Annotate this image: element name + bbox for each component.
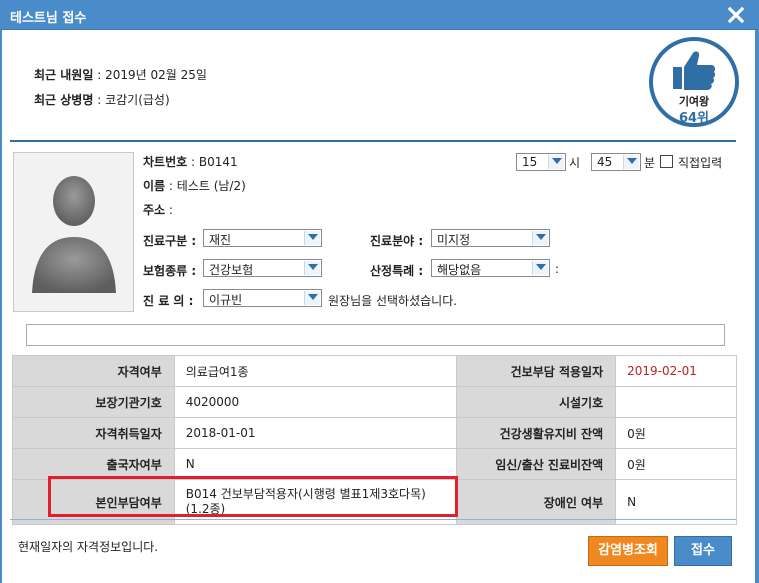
doctor-value: 이규빈 [209,293,243,307]
last-visit-label: 최근 내원일 [34,68,94,82]
table-header-cell: 자격여부 [12,355,175,387]
thumbs-up-icon [673,51,716,90]
table-cell: N [615,479,737,525]
last-disease-row: 최근 상병명 : 코감기(급성) [34,91,170,108]
table-cell: B014 건보부담적용자(시행령 별표1제3호다목) (1.2종) [173,479,458,525]
exception-label: 산정특례 : [370,264,424,278]
chevron-down-icon[interactable] [532,231,548,245]
chart-number-value: : B0141 [191,155,238,169]
window-title: 테스트님 접수 [10,11,87,26]
table-header-cell: 시설기호 [456,386,617,418]
hour-unit: 시 [569,156,581,170]
exception-suffix: : [555,262,560,276]
table-cell: 0원 [615,417,737,449]
footer-divider [10,519,736,520]
last-visit-value: : 2019년 02월 25일 [97,68,207,82]
disease-lookup-button[interactable]: 감염병조회 [588,536,668,566]
person-silhouette-icon [32,176,116,293]
exception-select[interactable]: 해당없음 [431,259,550,277]
minute-select[interactable]: 45 [591,153,641,171]
visit-type-value: 재진 [209,233,232,247]
insurance-select[interactable]: 건강보험 [203,259,322,277]
table-header-cell: 건강생활유지비 잔액 [456,417,617,449]
manual-input-label: 직접입력 [678,156,723,170]
chevron-down-icon[interactable] [532,261,548,275]
memo-input[interactable] [26,324,725,346]
chart-number-label: 차트번호 [143,155,188,169]
doctor-label: 진 료 의 : [143,294,194,308]
table-header-cell: 출국자여부 [12,448,175,480]
insurance-label: 보험종류 : [143,264,197,278]
eligibility-table: 자격여부 의료급여1종 건보부담 적용일자 2019-02-01 보장기관기호 … [12,355,737,525]
patient-name-field: 이름 : 테스트 (남/2) [143,177,246,194]
last-disease-value: : 코감기(급성) [97,93,170,107]
patient-name-value: : 테스트 (남/2) [168,179,246,193]
field-label: 진료분야 : [370,234,424,248]
table-cell: 2019-02-01 [615,355,737,387]
chevron-down-icon[interactable] [304,231,320,245]
close-icon[interactable] [727,6,745,24]
table-row: 보장기관기호 4020000 시설기호 [12,386,737,418]
table-row: 자격취득일자 2018-01-01 건강생활유지비 잔액 0원 [12,417,737,449]
window-frame-right [755,30,759,583]
patient-photo [13,152,134,312]
chevron-down-icon[interactable] [304,291,320,305]
table-row: 자격여부 의료급여1종 건보부담 적용일자 2019-02-01 [12,355,737,387]
table-cell: 2018-01-01 [173,417,458,449]
register-button[interactable]: 접수 [674,536,732,566]
doctor-select[interactable]: 이규빈 [203,289,322,307]
chevron-down-icon[interactable] [304,261,320,275]
last-disease-label: 최근 상병명 [34,93,94,107]
table-header-cell: 장애인 여부 [456,479,617,525]
visit-type-select[interactable]: 재진 [203,229,322,247]
table-cell: 4020000 [173,386,458,418]
table-cell: 0원 [615,448,737,480]
doctor-note: 원장님을 선택하셨습니다. [328,294,458,308]
last-visit-row: 최근 내원일 : 2019년 02월 25일 [34,66,207,83]
badge-rank: 64위 [678,111,710,126]
table-header-cell: 자격취득일자 [12,417,175,449]
table-row: 출국자여부 N 임신/출산 진료비잔액 0원 [12,448,737,480]
title-bar: 테스트님 접수 [0,0,759,30]
manual-input-checkbox[interactable] [660,155,673,168]
address-field: 주소 : [143,201,173,218]
table-cell [615,386,737,418]
medical-field-value: 미지정 [437,233,471,247]
table-cell: 의료급여1종 [173,355,458,387]
medical-field-select[interactable]: 미지정 [431,229,550,247]
patient-name-label: 이름 [143,179,166,193]
hour-select[interactable]: 15 [516,153,566,171]
exception-value: 해당없음 [437,263,482,277]
chevron-down-icon[interactable] [623,155,639,169]
minute-value: 45 [597,155,613,169]
chart-number-field: 차트번호 : B0141 [143,153,238,170]
status-text: 현재일자의 자격정보입니다. [18,540,159,554]
address-value: : [168,203,173,217]
minute-unit: 분 [644,156,656,170]
chevron-down-icon[interactable] [548,155,564,169]
hour-value: 15 [522,155,538,169]
address-label: 주소 [143,203,166,217]
table-header-cell: 건보부담 적용일자 [456,355,617,387]
visit-type-label: 진료구분 : [143,234,197,248]
insurance-value: 건강보험 [209,263,254,277]
table-header-cell: 임신/출산 진료비잔액 [456,448,617,480]
table-header-cell: 보장기관기호 [12,386,175,418]
table-row: 본인부담여부 B014 건보부담적용자(시행령 별표1제3호다목) (1.2종)… [12,479,737,525]
section-divider [10,140,736,142]
table-cell: N [173,448,458,480]
table-header-cell: 본인부담여부 [12,479,175,525]
window-frame-left [0,30,2,583]
contributor-badge: 기여왕 64위 [649,37,739,127]
